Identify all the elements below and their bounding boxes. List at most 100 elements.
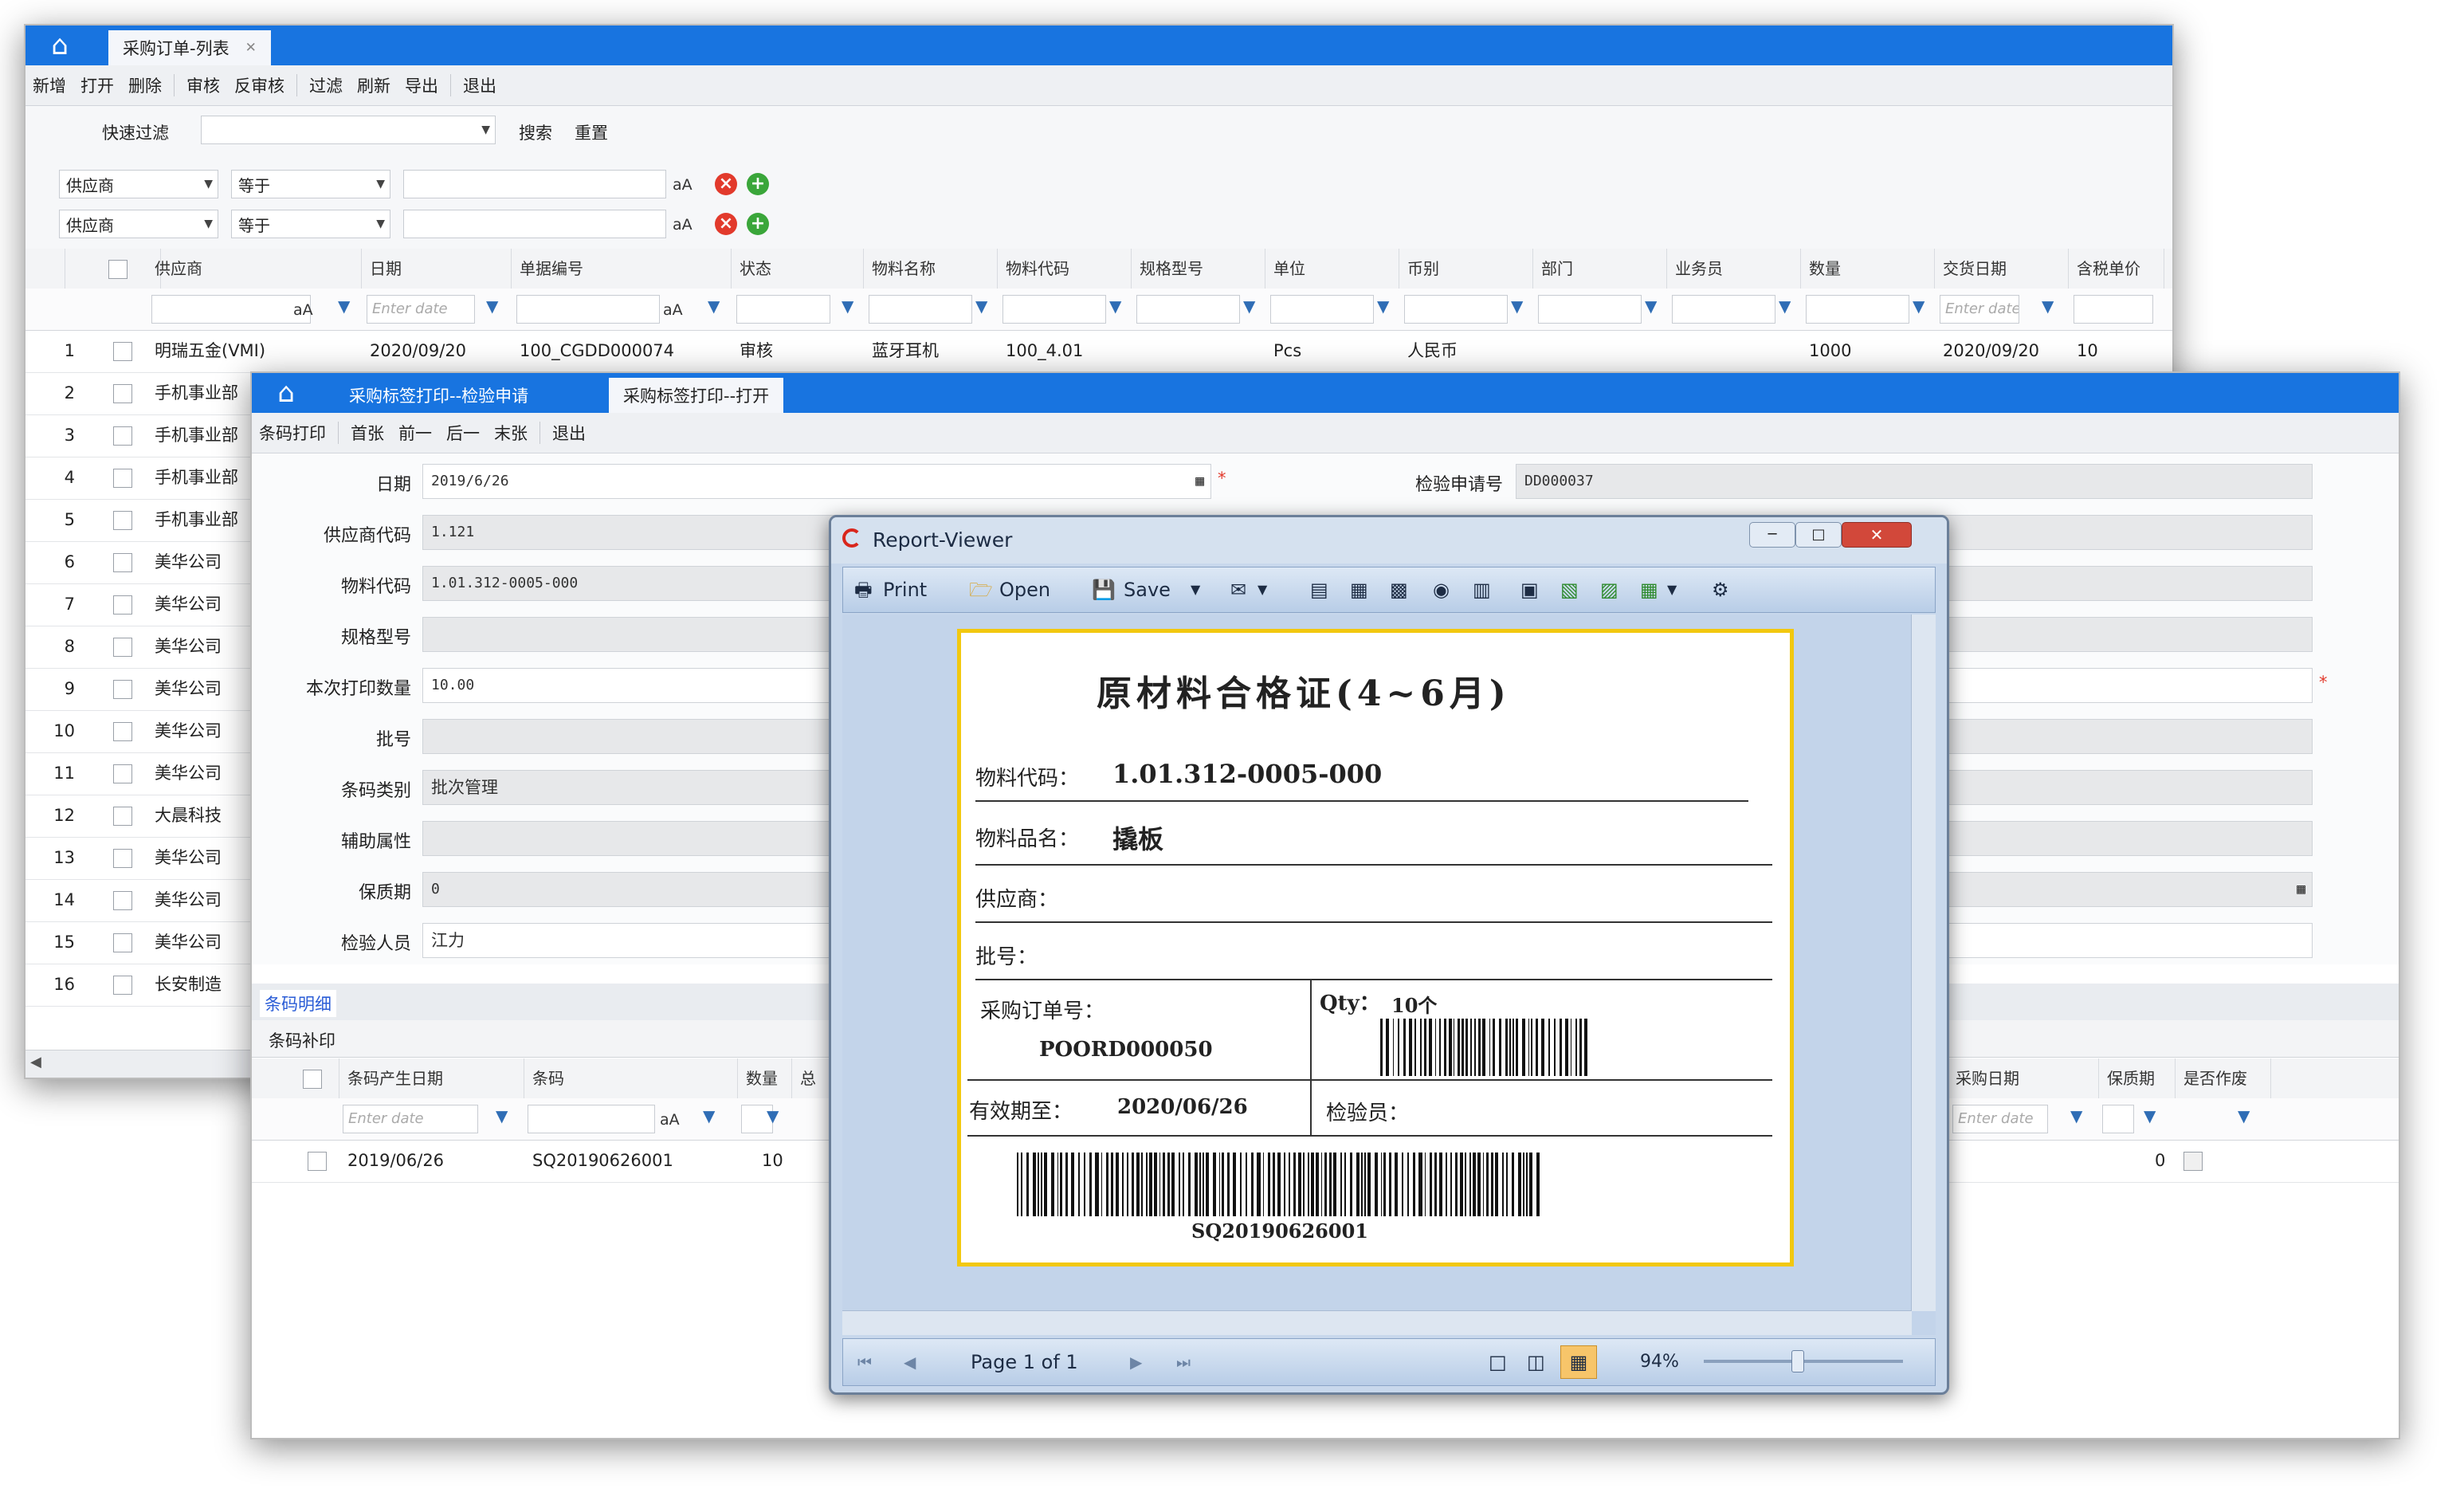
grid-icon[interactable]: ▦ bbox=[1640, 567, 1658, 612]
filter-funnel-icon[interactable]: ▼ bbox=[1779, 296, 1791, 316]
column-header[interactable]: 含税单价 bbox=[2069, 249, 2164, 289]
exit-button[interactable]: 退出 bbox=[456, 73, 504, 97]
column-filter-input[interactable] bbox=[2102, 1105, 2134, 1133]
filter-funnel-icon[interactable]: ▼ bbox=[1243, 296, 1255, 316]
column-header[interactable]: 规格型号 bbox=[1132, 249, 1265, 289]
chevron-down-icon[interactable]: ▼ bbox=[1667, 567, 1677, 612]
whole-page-icon[interactable]: ▦ bbox=[1560, 1345, 1597, 1379]
table-row[interactable]: 1 明瑞五金(VMI) 2020/09/20 100_CGDD000074 审核 蓝牙耳机… bbox=[26, 330, 2172, 373]
inspection-no-field[interactable]: DD000037 bbox=[1516, 464, 2313, 499]
filter-funnel-icon[interactable]: ▼ bbox=[708, 296, 720, 316]
minimize-button[interactable]: ─ bbox=[1749, 522, 1795, 548]
filter-funnel-icon[interactable]: ▼ bbox=[1645, 296, 1657, 316]
filter-value-input[interactable] bbox=[403, 170, 666, 198]
thumbnail-icon[interactable]: ▥ bbox=[1473, 567, 1491, 612]
row-checkbox[interactable] bbox=[113, 384, 132, 403]
single-view-icon[interactable]: □ bbox=[1489, 1339, 1507, 1385]
first-button[interactable]: 首张 bbox=[343, 421, 391, 445]
filter-funnel-icon[interactable]: ▼ bbox=[767, 1106, 779, 1125]
column-filter-input[interactable] bbox=[1136, 295, 1240, 324]
filter-funnel-icon[interactable]: ▼ bbox=[1377, 296, 1389, 316]
reset-button[interactable]: 重置 bbox=[567, 120, 615, 144]
column-header[interactable]: 物料名称 bbox=[864, 249, 998, 289]
column-header[interactable]: 业务员 bbox=[1667, 249, 1801, 289]
case-toggle[interactable]: aA bbox=[293, 301, 313, 319]
save-button[interactable]: Save bbox=[1124, 567, 1171, 612]
filter-funnel-icon[interactable]: ▼ bbox=[2042, 296, 2054, 316]
first-page-icon[interactable]: ⏮ bbox=[857, 1339, 872, 1385]
new-button[interactable]: 新增 bbox=[26, 73, 73, 97]
previous-page-icon[interactable]: ◀ bbox=[904, 1339, 916, 1385]
scroll-left-icon[interactable]: ◀ bbox=[30, 1054, 41, 1070]
filter-funnel-icon[interactable]: ▼ bbox=[338, 296, 350, 316]
barcode-print-button[interactable]: 条码打印 bbox=[252, 421, 333, 445]
select-all-checkbox[interactable] bbox=[303, 1070, 322, 1089]
filter-funnel-icon[interactable]: ▼ bbox=[842, 296, 853, 316]
case-toggle[interactable]: aA bbox=[673, 216, 693, 234]
zoom-slider-thumb[interactable] bbox=[1791, 1350, 1804, 1372]
quick-filter-select[interactable]: ▼ bbox=[201, 116, 496, 144]
last-button[interactable]: 末张 bbox=[487, 421, 535, 445]
filter-funnel-icon[interactable]: ▼ bbox=[1109, 296, 1121, 316]
column-filter-input[interactable] bbox=[1002, 295, 1106, 324]
column-header[interactable]: 采购日期 bbox=[1948, 1058, 2099, 1098]
column-filter-input[interactable] bbox=[869, 295, 972, 324]
column-filter-input[interactable] bbox=[1404, 295, 1508, 324]
row-checkbox[interactable] bbox=[113, 680, 132, 699]
column-header[interactable]: 条码产生日期 bbox=[339, 1058, 524, 1098]
column-header[interactable]: 供应商 bbox=[147, 249, 362, 289]
maximize-button[interactable]: □ bbox=[1795, 522, 1842, 548]
row-checkbox[interactable] bbox=[113, 553, 132, 572]
vertical-scrollbar[interactable] bbox=[1911, 615, 1936, 1311]
row-checkbox[interactable] bbox=[113, 638, 132, 657]
column-header[interactable]: 数量 bbox=[1801, 249, 1935, 289]
settings-icon[interactable]: ⚙ bbox=[1712, 567, 1729, 612]
tab-barcode-detail[interactable]: 条码明细 bbox=[260, 990, 336, 1017]
last-page-icon[interactable]: ⏭ bbox=[1176, 1339, 1191, 1385]
zoom-slider[interactable] bbox=[1704, 1350, 1903, 1372]
column-filter-input[interactable] bbox=[516, 295, 660, 324]
case-toggle[interactable]: aA bbox=[663, 301, 683, 319]
row-checkbox[interactable] bbox=[113, 722, 132, 741]
filter-funnel-icon[interactable]: ▼ bbox=[1511, 296, 1523, 316]
select-all-checkbox[interactable] bbox=[108, 260, 128, 279]
open-button[interactable]: 打开 bbox=[73, 73, 121, 97]
chevron-down-icon[interactable]: ▼ bbox=[1191, 567, 1200, 612]
tab-purchase-order-list[interactable]: 采购订单-列表 ✕ bbox=[108, 30, 271, 65]
date-filter-input[interactable]: Enter date bbox=[1952, 1105, 2048, 1133]
find-icon[interactable]: ◉ bbox=[1433, 567, 1450, 612]
void-checkbox[interactable] bbox=[2183, 1152, 2203, 1171]
filter-funnel-icon[interactable]: ▼ bbox=[486, 296, 498, 316]
row-checkbox[interactable] bbox=[113, 849, 132, 868]
column-filter-input[interactable] bbox=[1806, 295, 1909, 324]
filter-funnel-icon[interactable]: ▼ bbox=[975, 296, 987, 316]
case-toggle[interactable]: aA bbox=[673, 176, 693, 194]
column-header[interactable]: 是否作废 bbox=[2176, 1058, 2271, 1098]
add-filter-icon[interactable]: + bbox=[747, 173, 769, 195]
column-header[interactable]: 单据编号 bbox=[512, 249, 732, 289]
save-icon[interactable]: 💾 bbox=[1092, 567, 1116, 612]
filter-op-select[interactable]: 等于 ▼ bbox=[231, 210, 390, 238]
horizontal-scrollbar[interactable] bbox=[842, 1310, 1912, 1335]
case-toggle[interactable]: aA bbox=[660, 1111, 680, 1129]
row-checkbox[interactable] bbox=[113, 976, 132, 995]
close-button[interactable]: ✕ bbox=[1842, 522, 1912, 548]
row-checkbox[interactable] bbox=[113, 595, 132, 615]
folder-icon[interactable]: 🗁 bbox=[969, 567, 993, 612]
row-checkbox[interactable] bbox=[113, 807, 132, 826]
column-filter-input[interactable] bbox=[1672, 295, 1775, 324]
column-header[interactable]: 状态 bbox=[732, 249, 864, 289]
column-header[interactable]: 条码 bbox=[524, 1058, 738, 1098]
date-field[interactable]: 2019/6/26 ▦ bbox=[422, 464, 1211, 499]
next-button[interactable]: 后一 bbox=[439, 421, 487, 445]
column-header[interactable]: 交货日期 bbox=[1935, 249, 2069, 289]
filter-funnel-icon[interactable]: ▼ bbox=[1913, 296, 1925, 316]
filter-field-select[interactable]: 供应商 ▼ bbox=[59, 170, 218, 198]
row-checkbox[interactable] bbox=[113, 764, 132, 783]
filter-funnel-icon[interactable]: ▼ bbox=[496, 1106, 508, 1125]
row-checkbox[interactable] bbox=[113, 342, 132, 361]
column-filter-input[interactable] bbox=[528, 1105, 655, 1133]
page-setup-icon[interactable]: ▤ bbox=[1310, 567, 1328, 612]
add-filter-icon[interactable]: + bbox=[747, 213, 769, 235]
print-icon[interactable]: 🖶 bbox=[854, 567, 873, 612]
